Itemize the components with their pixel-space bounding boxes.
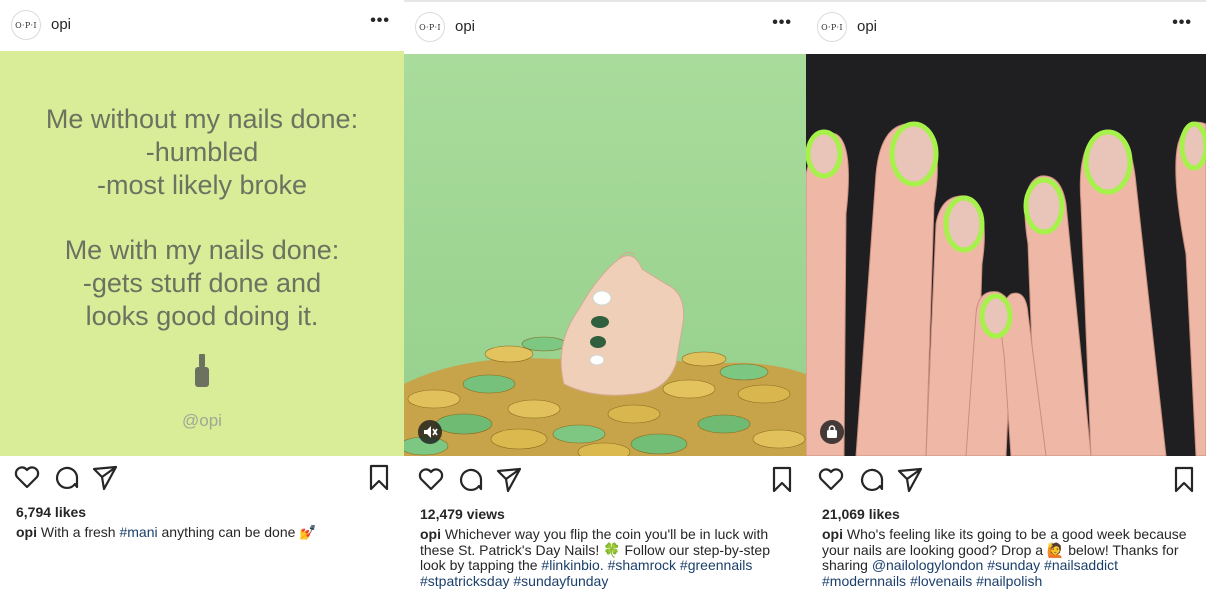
- views-count: 12,479 views: [420, 506, 505, 522]
- likes-count: 6,794 likes: [16, 504, 87, 520]
- post-header: O·P·I opi •••: [0, 0, 404, 50]
- quote-text: Me without my nails done: -humbled -most…: [0, 103, 404, 333]
- quote-line: -humbled: [145, 137, 259, 167]
- caption: opi Whichever way you flip the coin you'…: [420, 526, 792, 589]
- bookmark-icon[interactable]: [767, 464, 797, 494]
- share-icon[interactable]: [494, 464, 524, 494]
- post-card-3: O·P·I opi ••• 21,069 likes opi Who's fee…: [806, 0, 1206, 608]
- mute-icon[interactable]: [418, 420, 442, 444]
- more-options-icon[interactable]: •••: [370, 12, 390, 30]
- avatar[interactable]: O·P·I: [415, 12, 445, 42]
- nail-polish-icon: [195, 354, 209, 387]
- watermark-handle: @opi: [182, 411, 222, 430]
- coins-hand-illustration: [404, 54, 806, 456]
- post-header: O·P·I opi •••: [806, 2, 1206, 52]
- comment-icon[interactable]: [455, 464, 485, 494]
- quote-line: Me with my nails done:: [64, 235, 340, 265]
- hands-nails-photo: [806, 54, 1206, 456]
- post-card-1: O·P·I opi ••• Me without my nails done: …: [0, 0, 404, 608]
- post-video[interactable]: [404, 54, 806, 456]
- post-card-2: O·P·I opi ••• 12,479 views opi Whichever…: [404, 0, 806, 608]
- hashtag-link[interactable]: #linkinbio.: [541, 557, 603, 573]
- bookmark-icon[interactable]: [1169, 464, 1199, 494]
- caption: opi Who's feeling like its going to be a…: [822, 526, 1192, 589]
- heart-icon[interactable]: [12, 462, 42, 492]
- hashtag-link[interactable]: #mani: [119, 524, 157, 540]
- username[interactable]: opi: [51, 16, 71, 33]
- username[interactable]: opi: [857, 18, 877, 35]
- quote-line: looks good doing it.: [85, 301, 319, 331]
- action-bar: [806, 464, 1206, 500]
- comment-icon[interactable]: [856, 464, 886, 494]
- avatar[interactable]: O·P·I: [817, 12, 847, 42]
- username[interactable]: opi: [455, 18, 475, 35]
- action-bar: [0, 462, 404, 498]
- quote-line: Me without my nails done:: [45, 104, 359, 134]
- quote-line: -gets stuff done and: [82, 268, 322, 298]
- caption-username[interactable]: opi: [420, 526, 441, 542]
- caption: opi With a fresh #mani anything can be d…: [16, 524, 390, 541]
- share-icon[interactable]: [895, 464, 925, 494]
- more-options-icon[interactable]: •••: [1172, 14, 1192, 32]
- comment-icon[interactable]: [51, 462, 81, 492]
- action-bar: [404, 464, 806, 500]
- bookmark-icon[interactable]: [364, 462, 394, 492]
- caption-text: anything can be done 💅: [157, 524, 317, 540]
- heart-icon[interactable]: [416, 464, 446, 494]
- quote-line: -most likely broke: [96, 170, 308, 200]
- caption-text: With a fresh: [40, 524, 120, 540]
- shopping-bag-icon[interactable]: [820, 420, 844, 444]
- post-image[interactable]: Me without my nails done: -humbled -most…: [0, 51, 404, 456]
- post-image[interactable]: [806, 54, 1206, 456]
- heart-icon[interactable]: [816, 464, 846, 494]
- more-options-icon[interactable]: •••: [772, 14, 792, 32]
- post-header: O·P·I opi •••: [404, 2, 806, 52]
- likes-count: 21,069 likes: [822, 506, 900, 522]
- share-icon[interactable]: [90, 462, 120, 492]
- feed-grid: O·P·I opi ••• Me without my nails done: …: [0, 0, 1206, 608]
- caption-username[interactable]: opi: [16, 524, 37, 540]
- caption-username[interactable]: opi: [822, 526, 843, 542]
- avatar[interactable]: O·P·I: [11, 10, 41, 40]
